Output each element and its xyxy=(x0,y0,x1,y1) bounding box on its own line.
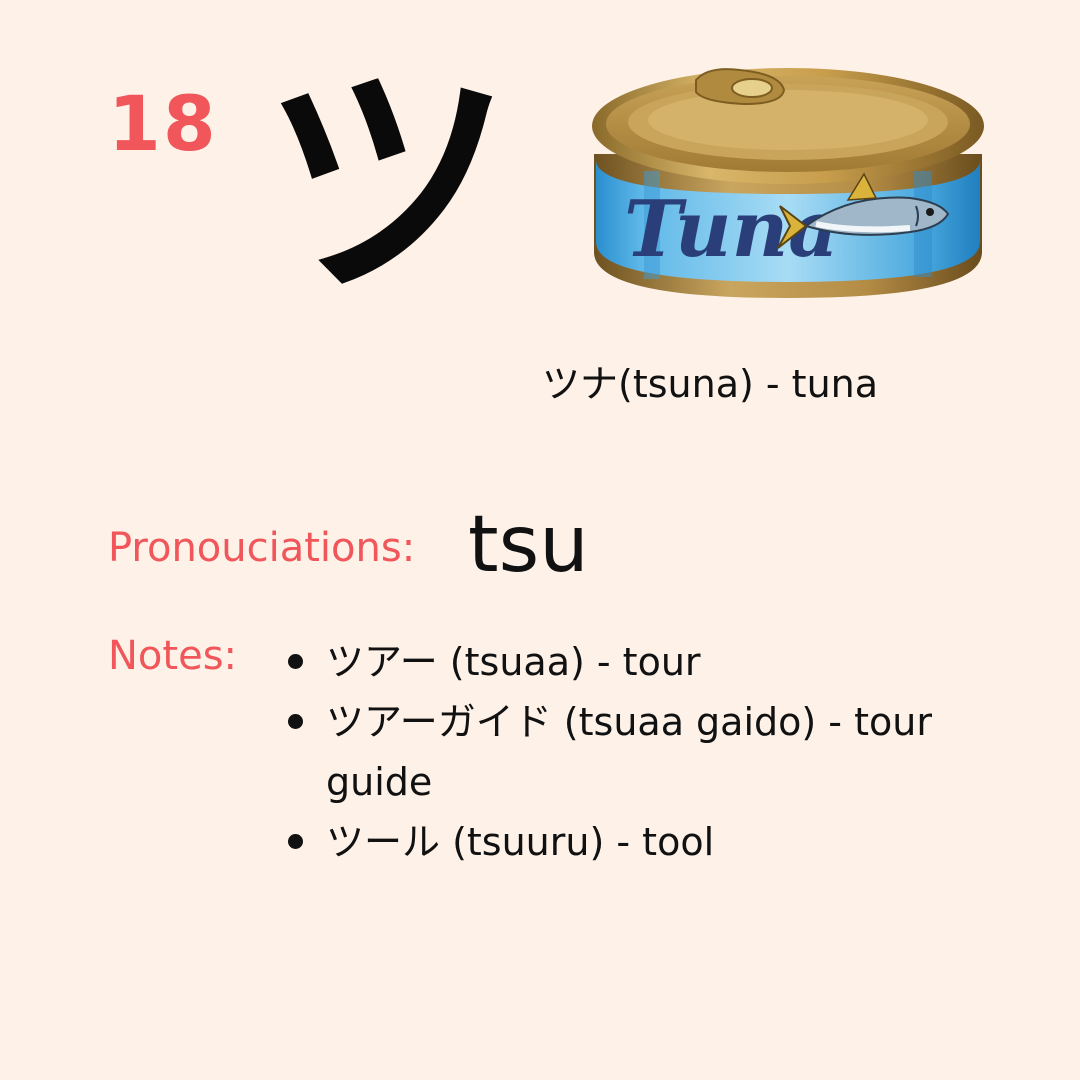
image-caption: ツナ(tsuna) - tuna xyxy=(542,362,879,406)
list-item: ツール (tsuuru) - tool xyxy=(286,812,946,872)
pronunciation-value: tsu xyxy=(468,500,589,590)
can-label-text: Tuna xyxy=(624,184,839,275)
note-text: ツール (tsuuru) - tool xyxy=(326,820,715,864)
card-number: 18 xyxy=(108,79,218,168)
pronunciation-label: Pronouciations: xyxy=(108,525,416,571)
tuna-can-icon: Tuna xyxy=(592,68,984,298)
bullet-icon xyxy=(288,714,303,729)
kana-character: ツ xyxy=(262,39,512,330)
bullet-icon xyxy=(288,834,303,849)
notes-label: Notes: xyxy=(108,633,238,679)
bullet-icon xyxy=(288,654,303,669)
note-text: ツアーガイド (tsuaa gaido) - tour guide xyxy=(326,700,932,804)
notes-list: ツアー (tsuaa) - tour ツアーガイド (tsuaa gaido) … xyxy=(286,632,946,872)
list-item: ツアーガイド (tsuaa gaido) - tour guide xyxy=(286,692,946,812)
list-item: ツアー (tsuaa) - tour xyxy=(286,632,946,692)
note-text: ツアー (tsuaa) - tour xyxy=(326,640,701,684)
